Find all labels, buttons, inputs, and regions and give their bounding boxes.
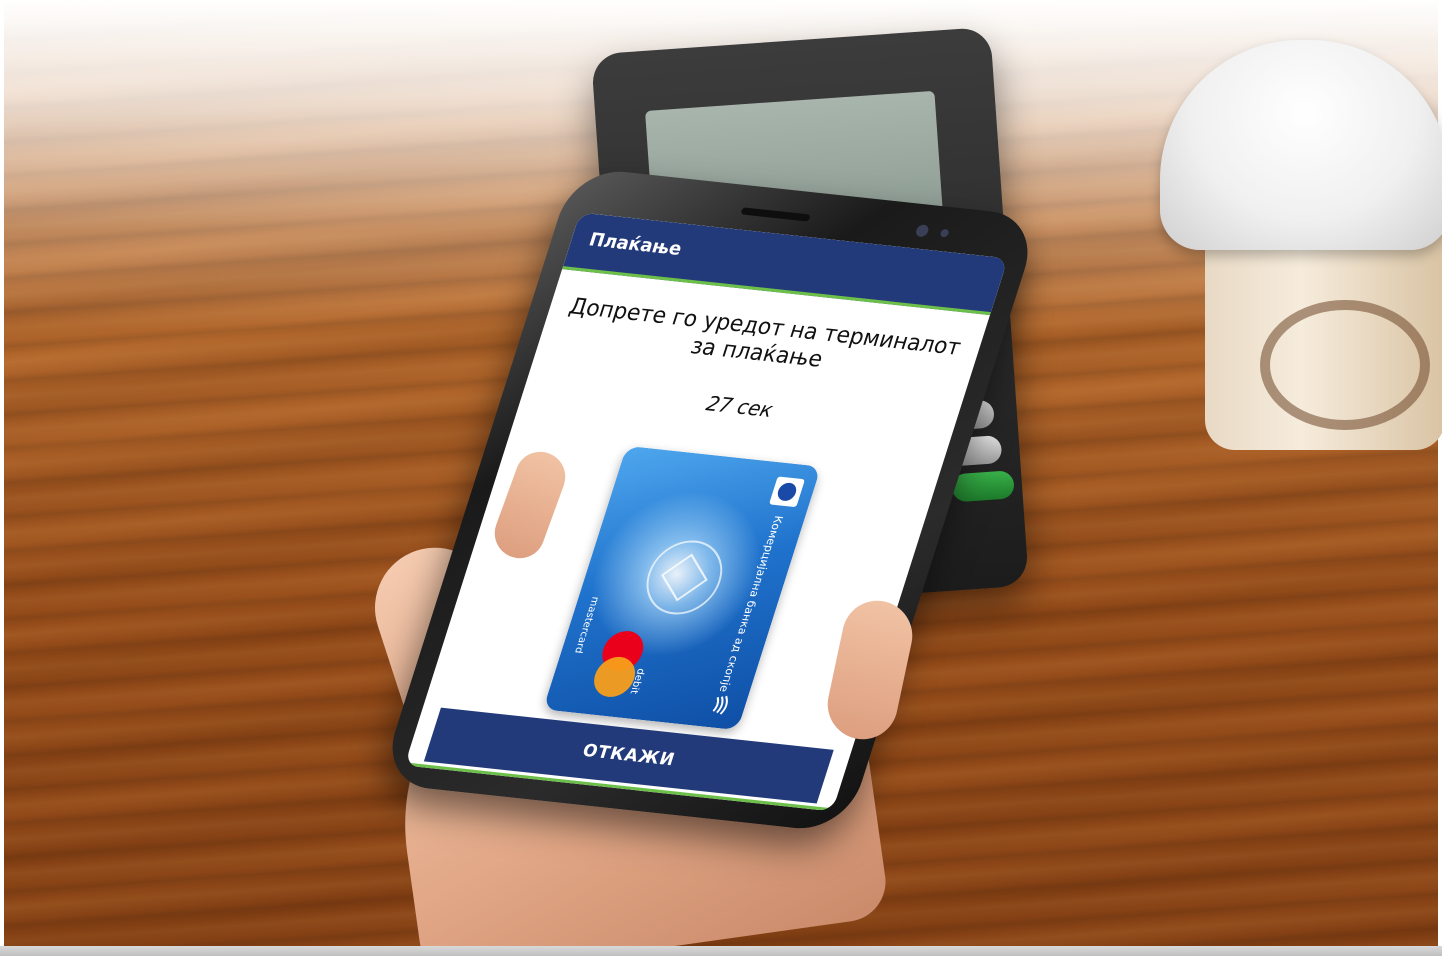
cup-lid [1160, 40, 1442, 250]
cup-print [1260, 300, 1430, 430]
phone-sensor [939, 228, 950, 238]
payment-instruction: Допрете го уредот на терминалот за плаќа… [565, 294, 964, 373]
mastercard-logo-icon [585, 629, 652, 703]
coffee-cup [1160, 40, 1442, 460]
compass-star-graphic [636, 536, 733, 619]
payment-card[interactable]: Комерцијална банка ад скопје mastercard … [542, 445, 822, 731]
phone-speaker [740, 207, 811, 222]
pos-key-green [951, 470, 1015, 503]
left-border [0, 0, 4, 946]
bank-logo-icon [768, 476, 806, 508]
contactless-icon [706, 693, 734, 717]
phone-camera [914, 224, 930, 238]
card-brand-label: mastercard [571, 596, 601, 654]
photo-scene: Плаќање Допрете го уредот на терминалот … [0, 0, 1442, 956]
countdown-timer: 27 сек [703, 391, 777, 422]
bottom-strip [0, 946, 1442, 956]
app-title: Плаќање [586, 229, 685, 260]
card-bank-name: Комерцијална банка ад скопје [716, 514, 786, 693]
